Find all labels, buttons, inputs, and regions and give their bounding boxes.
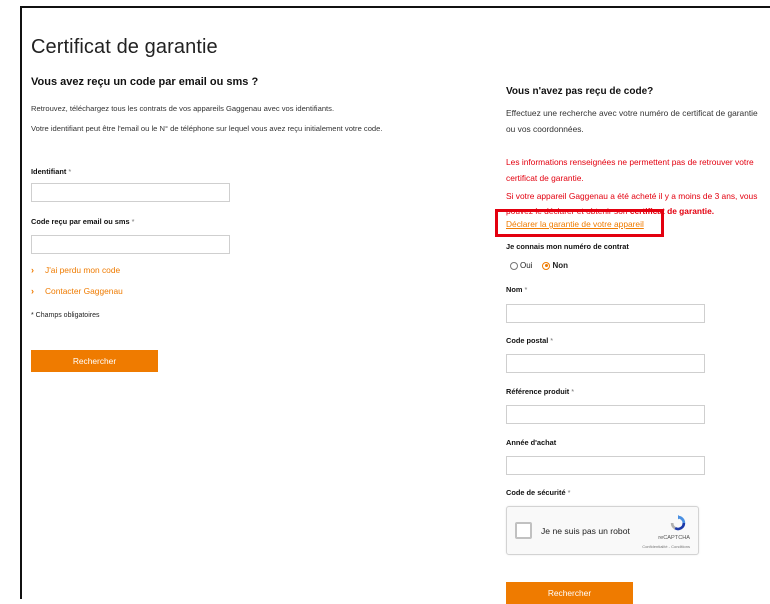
- left-intro-line-2: Votre identifiant peut être l'email ou l…: [31, 124, 383, 133]
- no-code-section-heading: Vous n'avez pas reçu de code?: [506, 86, 654, 97]
- recaptcha-text: Je ne suis pas un robot: [541, 526, 630, 536]
- right-intro-line-2: ou vos coordonnées.: [506, 124, 584, 134]
- chevron-right-icon: ›: [31, 265, 34, 275]
- recaptcha-terms[interactable]: Confidentialité - Conditions: [642, 544, 690, 549]
- chevron-right-icon: ›: [31, 286, 34, 296]
- nom-input[interactable]: [506, 304, 705, 323]
- code-section-heading: Vous avez reçu un code par email ou sms …: [31, 76, 259, 88]
- recaptcha-checkbox[interactable]: [515, 522, 532, 539]
- required-asterisk: *: [550, 336, 554, 345]
- declare-warranty-link[interactable]: Déclarer la garantie de votre appareil: [506, 219, 644, 229]
- code-postal-label: Code postal *: [506, 336, 553, 345]
- page-title: Certificat de garantie: [31, 36, 218, 58]
- contract-question-label: Je connais mon numéro de contrat: [506, 242, 629, 251]
- left-intro-line-1: Retrouvez, téléchargez tous les contrats…: [31, 104, 335, 113]
- nom-label-text: Nom: [506, 285, 523, 294]
- reference-produit-label-text: Référence produit: [506, 387, 570, 396]
- contact-link-label: Contacter Gaggenau: [45, 286, 123, 296]
- annee-achat-label: Année d'achat: [506, 438, 557, 447]
- required-asterisk: *: [567, 488, 571, 497]
- lost-code-link-label: J'ai perdu mon code: [45, 265, 121, 275]
- radio-oui[interactable]: [510, 261, 518, 270]
- code-postal-input[interactable]: [506, 354, 705, 373]
- lost-code-link[interactable]: › J'ai perdu mon code: [31, 265, 120, 275]
- search-button-left[interactable]: Rechercher: [31, 350, 158, 372]
- code-label: Code reçu par email ou sms *: [31, 217, 134, 226]
- identifiant-label: Identifiant *: [31, 167, 71, 176]
- reference-produit-input[interactable]: [506, 405, 705, 424]
- error-message-line-1: Les informations renseignées ne permette…: [506, 157, 754, 167]
- search-button-right[interactable]: Rechercher: [506, 582, 633, 604]
- code-postal-label-text: Code postal: [506, 336, 549, 345]
- error-message-line-2: certificat de garantie.: [506, 173, 584, 183]
- required-asterisk: *: [131, 217, 135, 226]
- annee-achat-input[interactable]: [506, 456, 705, 475]
- recaptcha-brand: reCAPTCHA: [658, 535, 690, 541]
- right-intro-line-1: Effectuez une recherche avec votre numér…: [506, 108, 758, 118]
- error-message-line-3: Si votre appareil Gaggenau a été acheté …: [506, 191, 758, 201]
- required-asterisk: *: [68, 167, 72, 176]
- required-asterisk: *: [524, 285, 528, 294]
- reference-produit-label: Référence produit *: [506, 387, 574, 396]
- frame-top-border: [20, 6, 770, 8]
- required-fields-note: * Champs obligatoires: [31, 312, 100, 319]
- radio-non[interactable]: [542, 261, 551, 270]
- radio-non-label: Non: [552, 261, 569, 270]
- code-label-text: Code reçu par email ou sms: [31, 217, 130, 226]
- code-securite-label: Code de sécurité *: [506, 488, 570, 497]
- code-securite-label-text: Code de sécurité: [506, 488, 566, 497]
- radio-oui-label: Oui: [520, 261, 533, 270]
- code-input[interactable]: [31, 235, 230, 254]
- frame-left-border: [20, 6, 22, 599]
- required-asterisk: *: [571, 387, 575, 396]
- identifiant-label-text: Identifiant: [31, 167, 67, 176]
- recaptcha-widget: Je ne suis pas un robot reCAPTCHA Confid…: [506, 506, 699, 555]
- nom-label: Nom *: [506, 285, 527, 294]
- recaptcha-logo-icon: [670, 514, 686, 531]
- contact-link[interactable]: › Contacter Gaggenau: [31, 286, 123, 296]
- contract-radio-group: Oui Non: [510, 261, 568, 270]
- identifiant-input[interactable]: [31, 183, 230, 202]
